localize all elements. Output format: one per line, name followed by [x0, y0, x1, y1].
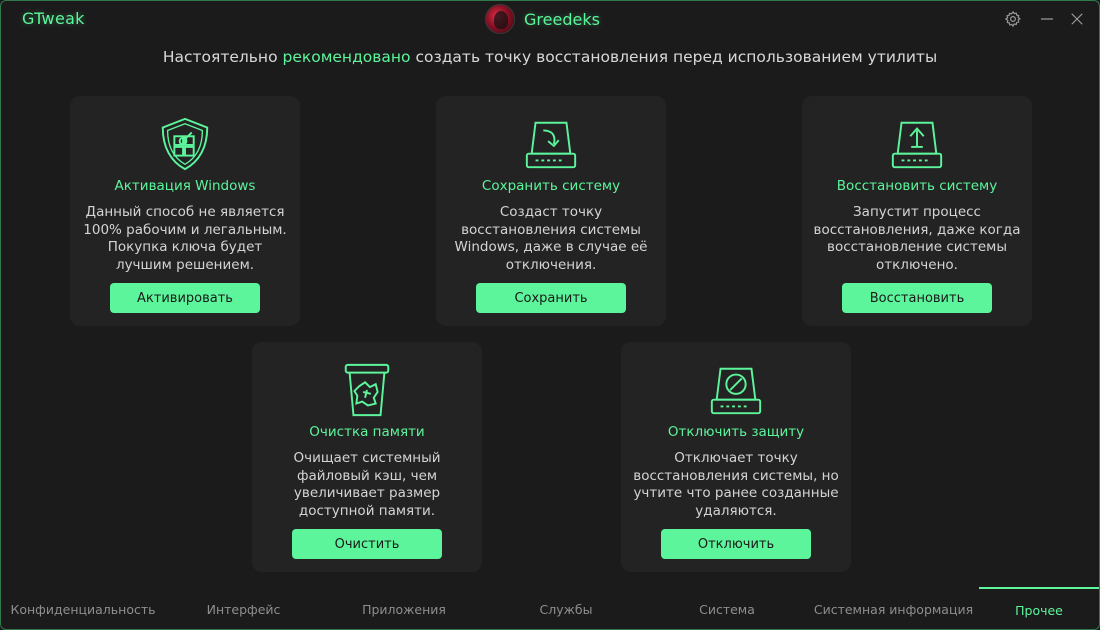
tab-privacy[interactable]: Конфиденциальность	[1, 587, 165, 629]
shield-windows-icon	[155, 114, 215, 174]
drive-restore-icon	[887, 114, 947, 174]
card-description: Очищает системный файловый кэш, чем увел…	[293, 450, 441, 519]
card-description: Создаст точку восстановления системы Win…	[454, 204, 648, 273]
tab-system-info[interactable]: Системная информация	[808, 587, 979, 629]
app-window: GTweak Greedeks Настоятельно рекомендова…	[0, 0, 1100, 630]
brand-name: Greedeks	[524, 9, 600, 29]
activate-button[interactable]: Активировать	[110, 283, 260, 313]
tab-interface[interactable]: Интерфейс	[165, 587, 322, 629]
restore-point-notice: Настоятельно рекомендовано создать точку…	[1, 48, 1099, 66]
notice-highlight: рекомендовано	[282, 48, 411, 66]
trash-icon	[337, 360, 397, 420]
close-icon[interactable]	[1067, 9, 1087, 29]
bottom-nav: Конфиденциальность Интерфейс Приложения …	[1, 587, 1099, 629]
tab-applications[interactable]: Приложения	[322, 587, 486, 629]
title-bar[interactable]: GTweak Greedeks	[1, 1, 1099, 37]
card-title: Очистка памяти	[309, 424, 425, 440]
drive-disable-icon	[706, 360, 766, 420]
notice-text-before: Настоятельно	[162, 48, 283, 66]
card-disable-protection: Отключить защиту Отключает точку восстан…	[621, 342, 851, 572]
disable-button[interactable]: Отключить	[661, 529, 811, 559]
save-button[interactable]: Сохранить	[476, 283, 626, 313]
tab-system[interactable]: Система	[646, 587, 808, 629]
brand: Greedeks	[485, 4, 600, 34]
drive-save-icon	[521, 114, 581, 174]
notice-text-after: создать точку восстановления перед испол…	[410, 48, 938, 66]
minimize-icon[interactable]	[1037, 9, 1057, 29]
tab-other[interactable]: Прочее	[979, 587, 1099, 629]
avatar	[485, 4, 515, 34]
card-title: Восстановить систему	[836, 178, 998, 194]
card-windows-activation: Активация Windows Данный способ не являе…	[70, 96, 300, 326]
card-title: Отключить защиту	[667, 424, 805, 440]
restore-button[interactable]: Восстановить	[842, 283, 992, 313]
gear-icon[interactable]	[1003, 9, 1023, 29]
card-title: Сохранить систему	[481, 178, 621, 194]
card-save-system: Сохранить систему Создаст точку восстано…	[436, 96, 666, 326]
clean-button[interactable]: Очистить	[292, 529, 442, 559]
card-memory-cleanup: Очистка памяти Очищает системный файловы…	[252, 342, 482, 572]
card-description: Запустит процесс восстановления, даже ко…	[813, 204, 1021, 273]
card-title: Активация Windows	[114, 178, 256, 194]
app-title: GTweak	[22, 9, 85, 28]
card-description: Отключает точку восстановления системы, …	[633, 450, 839, 519]
card-description: Данный способ не является 100% рабочим и…	[83, 204, 287, 273]
tab-services[interactable]: Службы	[486, 587, 646, 629]
card-restore-system: Восстановить систему Запустит процесс во…	[802, 96, 1032, 326]
